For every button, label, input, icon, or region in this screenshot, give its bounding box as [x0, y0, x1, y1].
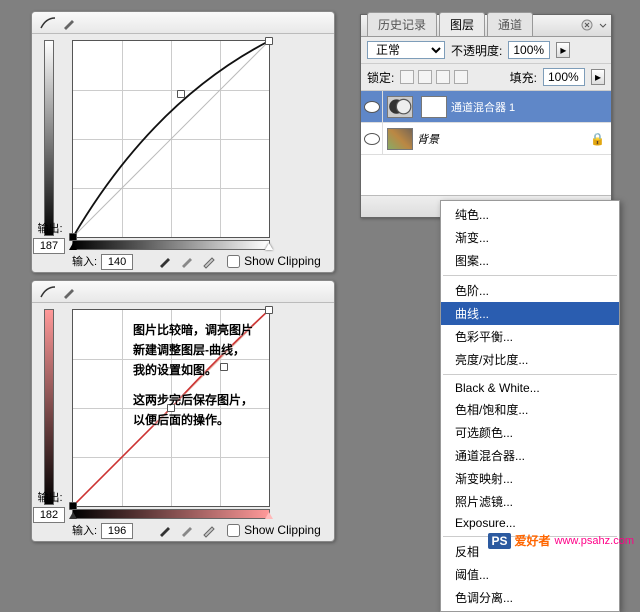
- curve-tool-icon[interactable]: [40, 285, 54, 299]
- visibility-toggle-icon[interactable]: [361, 91, 383, 122]
- menu-black-white[interactable]: Black & White...: [441, 378, 619, 398]
- fill-flyout-icon[interactable]: ▸: [591, 69, 605, 85]
- curve-graph[interactable]: [72, 40, 270, 238]
- tab-history[interactable]: 历史记录: [367, 12, 437, 36]
- curves-panel-1: 输出: 187 输入: 140 Show Clipping: [31, 11, 335, 273]
- curve-endpoint-high[interactable]: [265, 306, 273, 314]
- watermark: PS 爱好者 www.psahz.com: [488, 532, 634, 549]
- output-label: 输出:: [33, 220, 67, 236]
- curve-endpoint-high[interactable]: [265, 37, 273, 45]
- lock-position-icon[interactable]: [436, 70, 450, 84]
- curves-toolbar: [32, 281, 334, 303]
- menu-exposure[interactable]: Exposure...: [441, 513, 619, 533]
- output-value[interactable]: 187: [33, 238, 65, 254]
- layer-name: 通道混合器 1: [451, 99, 515, 115]
- visibility-toggle-icon[interactable]: [361, 123, 383, 154]
- pencil-tool-icon[interactable]: [62, 16, 76, 30]
- watermark-logo: PS: [488, 533, 510, 549]
- eyedropper-black-icon[interactable]: [157, 522, 173, 538]
- layers-panel: 历史记录 图层 通道 正常 不透明度: 100% ▸ 锁定: 填充: 100% …: [360, 14, 612, 218]
- layer-thumb-icon: [387, 128, 413, 150]
- lock-transparent-icon[interactable]: [400, 70, 414, 84]
- output-gradient: [44, 40, 54, 236]
- mask-thumb-icon: [421, 96, 447, 118]
- output-label: 输出:: [33, 489, 67, 505]
- opacity-flyout-icon[interactable]: ▸: [556, 42, 570, 58]
- blend-mode-select[interactable]: 正常: [367, 41, 445, 59]
- show-clipping-checkbox[interactable]: Show Clipping: [227, 523, 321, 537]
- eyedropper-white-icon[interactable]: [201, 522, 217, 538]
- adjustment-layer-menu: 纯色... 渐变... 图案... 色阶... 曲线... 色彩平衡... 亮度…: [440, 200, 620, 612]
- output-gradient: [44, 309, 54, 505]
- menu-pattern[interactable]: 图案...: [441, 249, 619, 272]
- menu-posterize[interactable]: 色调分离...: [441, 586, 619, 609]
- input-label: 输入:: [72, 522, 97, 538]
- show-clipping-checkbox[interactable]: Show Clipping: [227, 254, 321, 268]
- menu-hue-saturation[interactable]: 色相/饱和度...: [441, 398, 619, 421]
- panel-tabs: 历史记录 图层 通道: [361, 15, 611, 37]
- menu-selective-color[interactable]: 可选颜色...: [441, 421, 619, 444]
- input-value[interactable]: 196: [101, 523, 133, 539]
- menu-brightness-contrast[interactable]: 亮度/对比度...: [441, 348, 619, 371]
- lock-pixels-icon[interactable]: [418, 70, 432, 84]
- curves-toolbar: [32, 12, 334, 34]
- menu-threshold[interactable]: 阈值...: [441, 563, 619, 586]
- output-value[interactable]: 182: [33, 507, 65, 523]
- panel-menu-icon[interactable]: [598, 19, 608, 31]
- annotation-text: 图片比较暗，调亮图片 新建调整图层-曲线， 我的设置如图。 这两步完后保存图片，…: [133, 320, 348, 440]
- adjustment-thumb-icon: [387, 96, 413, 118]
- eyedropper-gray-icon[interactable]: [179, 253, 195, 269]
- input-label: 输入:: [72, 253, 97, 269]
- curve-point[interactable]: [177, 90, 185, 98]
- fill-label: 填充:: [510, 69, 537, 86]
- curve-tool-icon[interactable]: [40, 16, 54, 30]
- lock-icon: 🔒: [590, 132, 605, 146]
- menu-photo-filter[interactable]: 照片滤镜...: [441, 490, 619, 513]
- eyedropper-white-icon[interactable]: [201, 253, 217, 269]
- lock-all-icon[interactable]: [454, 70, 468, 84]
- tab-layers[interactable]: 图层: [439, 12, 485, 36]
- menu-gradient-map[interactable]: 渐变映射...: [441, 467, 619, 490]
- input-value[interactable]: 140: [101, 254, 133, 270]
- menu-levels[interactable]: 色阶...: [441, 279, 619, 302]
- fill-value[interactable]: 100%: [543, 68, 585, 86]
- eyedropper-black-icon[interactable]: [157, 253, 173, 269]
- menu-curves[interactable]: 曲线...: [441, 302, 619, 325]
- menu-color-balance[interactable]: 色彩平衡...: [441, 325, 619, 348]
- input-gradient[interactable]: [72, 240, 270, 250]
- menu-gradient[interactable]: 渐变...: [441, 226, 619, 249]
- lock-label: 锁定:: [367, 69, 394, 86]
- layer-item-background[interactable]: 背景 🔒: [361, 123, 611, 155]
- input-gradient[interactable]: [72, 509, 270, 519]
- opacity-label: 不透明度:: [451, 42, 502, 59]
- panel-close-icon[interactable]: [581, 19, 593, 31]
- eyedropper-gray-icon[interactable]: [179, 522, 195, 538]
- menu-solid-color[interactable]: 纯色...: [441, 203, 619, 226]
- layer-item-adjustment[interactable]: 通道混合器 1: [361, 91, 611, 123]
- menu-channel-mixer[interactable]: 通道混合器...: [441, 444, 619, 467]
- layer-list: 通道混合器 1 背景 🔒: [361, 91, 611, 195]
- tab-channels[interactable]: 通道: [487, 12, 533, 36]
- layer-name: 背景: [417, 131, 439, 147]
- opacity-value[interactable]: 100%: [508, 41, 550, 59]
- pencil-tool-icon[interactable]: [62, 285, 76, 299]
